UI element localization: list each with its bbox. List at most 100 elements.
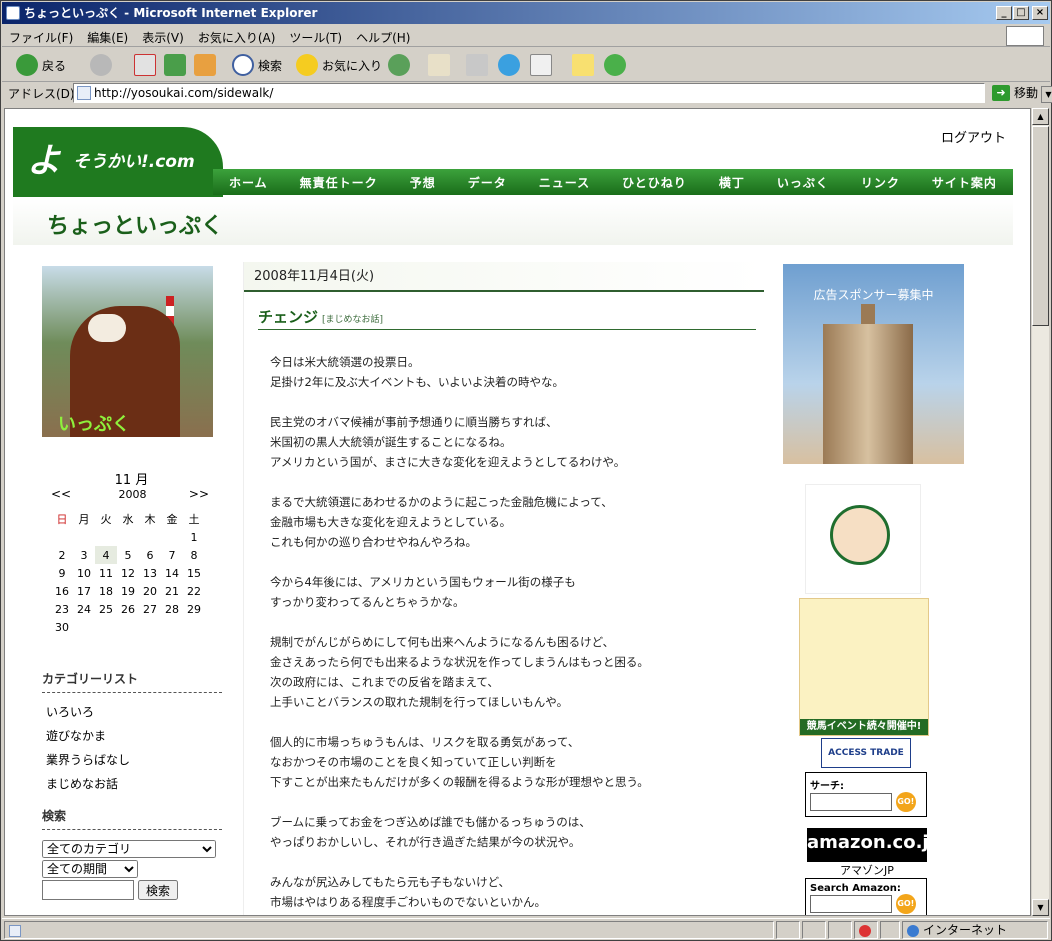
window-title: ちょっといっぷく - Microsoft Internet Explorer bbox=[24, 6, 318, 20]
entry-paragraph: 個人的に市場っちゅうもんは、リスクを取る勇気があって、 なおかつその市場のことを良… bbox=[270, 732, 750, 792]
nav-news[interactable]: ニュース bbox=[539, 174, 590, 191]
scroll-thumb[interactable] bbox=[1032, 126, 1049, 326]
close-button[interactable]: × bbox=[1032, 6, 1048, 20]
sponsor-ad-banner[interactable]: 広告スポンサー募集中 bbox=[783, 264, 964, 464]
amazon-search2-input[interactable] bbox=[810, 894, 892, 913]
nav-alley[interactable]: 横丁 bbox=[719, 174, 745, 191]
edit-button[interactable] bbox=[530, 53, 552, 77]
amazon-go-button[interactable]: GO! bbox=[895, 792, 916, 812]
nav-links[interactable]: リンク bbox=[861, 174, 900, 191]
scroll-up-icon[interactable]: ▲ bbox=[1032, 108, 1049, 125]
category-link[interactable]: まじめなお話 bbox=[46, 775, 222, 799]
entry-paragraph: 今日は米大統領選の投票日。 足掛け2年に及ぶ大イベントも、いよいよ決着の時やな。 bbox=[270, 352, 750, 392]
menu-help[interactable]: ヘルプ(H) bbox=[349, 25, 417, 50]
amazon-search-input[interactable] bbox=[810, 792, 892, 811]
calendar-day: 10 bbox=[77, 566, 91, 580]
calendar-prev-link[interactable]: << bbox=[51, 487, 71, 501]
amazon-logo[interactable]: amazon.co.jp bbox=[807, 828, 941, 862]
entry-line: 金さえあったら何でも出来るような状況を作ってしまうんはもっと困る。 bbox=[270, 655, 649, 669]
entry-paragraph: 民主党のオバマ候補が事前予想通りに順当勝ちすれば、 米国初の黒人大統領が誕生するこ… bbox=[270, 412, 750, 472]
search-input[interactable] bbox=[42, 880, 134, 900]
minimize-button[interactable]: _ bbox=[996, 6, 1012, 20]
entry-line: やっぱりおかしいし、それが行き過ぎた結果が今の状況や。 bbox=[270, 835, 581, 849]
status-cell bbox=[854, 921, 878, 939]
nav-break[interactable]: いっぷく bbox=[777, 174, 829, 191]
menu-tools[interactable]: ツール(T) bbox=[282, 25, 349, 50]
edit-icon bbox=[530, 54, 552, 76]
calendar-week: 16 17 18 19 20 21 22 bbox=[51, 582, 205, 600]
nav-home[interactable]: ホーム bbox=[229, 174, 268, 191]
popup-blocked-icon[interactable] bbox=[859, 924, 871, 937]
search-submit-button[interactable]: 検索 bbox=[138, 880, 179, 900]
title-bar: ちょっといっぷく - Microsoft Internet Explorer _… bbox=[2, 2, 1050, 24]
forward-button[interactable] bbox=[90, 53, 112, 77]
vertical-scrollbar[interactable]: ▲ ▼ bbox=[1031, 108, 1049, 916]
back-button[interactable]: 戻る bbox=[16, 53, 66, 77]
mascot-illustration[interactable] bbox=[805, 484, 921, 594]
status-cell bbox=[802, 921, 826, 939]
calendar-grid: 日月火水木金土 1 2345678 9 10 11 12 13 14 15 16 17 18 19… bbox=[51, 510, 205, 636]
category-link[interactable]: 遊びなかま bbox=[46, 727, 222, 751]
calendar-week: 1 bbox=[51, 528, 205, 546]
home-button[interactable] bbox=[194, 53, 216, 77]
category-list: カテゴリーリスト いろいろ 遊びなかま 業界うらばなし まじめなお話 bbox=[42, 670, 222, 799]
go-button[interactable]: ➜ 移動 bbox=[990, 83, 1050, 103]
amazon-go2-button[interactable]: GO! bbox=[895, 894, 916, 914]
nav-twist[interactable]: ひとひねり bbox=[622, 174, 687, 191]
amazon-caption[interactable]: アマゾンJP bbox=[807, 862, 927, 878]
sponsor-ad-text: 広告スポンサー募集中 bbox=[813, 288, 934, 302]
menu-favorites[interactable]: お気に入り(A) bbox=[191, 25, 283, 50]
calendar-next-link[interactable]: >> bbox=[189, 487, 209, 501]
entry-title[interactable]: チェンジ bbox=[258, 308, 318, 326]
favorites-button[interactable]: お気に入り bbox=[296, 53, 382, 77]
entry-category[interactable]: [まじめなお話] bbox=[322, 315, 383, 325]
search-period-select[interactable]: 全ての期間 bbox=[42, 860, 138, 878]
search-button[interactable]: 検索 bbox=[232, 53, 282, 77]
category-heading: カテゴリーリスト bbox=[42, 670, 222, 693]
address-label: アドレス(D) bbox=[8, 87, 75, 101]
entry-line: 上手いことバランスの取れた規制を行ってほしいもんや。 bbox=[270, 695, 569, 709]
home-icon bbox=[194, 54, 216, 76]
mail-button[interactable] bbox=[428, 53, 450, 77]
logout-link[interactable]: ログアウト bbox=[941, 127, 1006, 146]
zone-label: インターネット bbox=[923, 923, 1008, 937]
refresh-button[interactable] bbox=[164, 53, 186, 77]
menu-view[interactable]: 表示(V) bbox=[135, 25, 191, 50]
calendar-day: 3 bbox=[80, 548, 88, 562]
menu-edit[interactable]: 編集(E) bbox=[80, 25, 135, 50]
blog-title[interactable]: ちょっといっぷく bbox=[47, 208, 223, 240]
weekday-sat: 土 bbox=[188, 513, 200, 526]
nav-prediction[interactable]: 予想 bbox=[410, 174, 436, 191]
calendar-day bbox=[73, 528, 95, 546]
category-link[interactable]: 業界うらばなし bbox=[46, 751, 222, 775]
nav-talk[interactable]: 無責任トーク bbox=[300, 174, 378, 191]
nav-site-guide[interactable]: サイト案内 bbox=[932, 174, 997, 191]
horse-noseband bbox=[88, 314, 126, 342]
scroll-down-icon[interactable]: ▼ bbox=[1032, 899, 1049, 916]
calendar-week: 9 10 11 12 13 14 15 bbox=[51, 564, 205, 582]
calendar-day: 2 bbox=[58, 548, 66, 562]
skype-button[interactable] bbox=[498, 53, 520, 77]
history-button[interactable] bbox=[388, 53, 410, 77]
menu-file[interactable]: ファイル(F) bbox=[2, 25, 80, 50]
messenger-button[interactable] bbox=[604, 53, 626, 77]
entry-paragraph: みんなが尻込みしてもたら元も子もないけど、 市場はやはりある程度手ごわいものでない… bbox=[270, 872, 750, 912]
print-button[interactable] bbox=[466, 53, 488, 77]
calendar-day-today[interactable]: 4 bbox=[95, 546, 117, 564]
calendar-day bbox=[183, 618, 205, 636]
access-trade-banner[interactable]: ACCESS TRADE bbox=[821, 738, 911, 768]
site-nav: ホーム 無責任トーク 予想 データ ニュース ひとひねり 横丁 いっぷく リンク… bbox=[213, 169, 1013, 195]
star-icon bbox=[296, 54, 318, 76]
address-input[interactable]: http://yosoukai.com/sidewalk/▼ bbox=[73, 83, 1052, 103]
site-logo[interactable]: よそうかい!.com bbox=[13, 127, 223, 197]
event-ad-banner[interactable]: 競馬イベント続々開催中! bbox=[799, 598, 929, 736]
note-button[interactable] bbox=[572, 53, 594, 77]
nav-data[interactable]: データ bbox=[468, 174, 507, 191]
entry-paragraph: ブームに乗ってお金をつぎ込めば誰でも儲かるっちゅうのは、 やっぱりおかしいし、それ… bbox=[270, 812, 750, 852]
maximize-button[interactable]: □ bbox=[1013, 6, 1029, 20]
status-bar: インターネット bbox=[2, 918, 1050, 940]
stop-button[interactable] bbox=[134, 53, 156, 77]
search-category-select[interactable]: 全てのカテゴリ bbox=[42, 840, 216, 858]
refresh-icon bbox=[164, 54, 186, 76]
category-link[interactable]: いろいろ bbox=[46, 703, 222, 727]
